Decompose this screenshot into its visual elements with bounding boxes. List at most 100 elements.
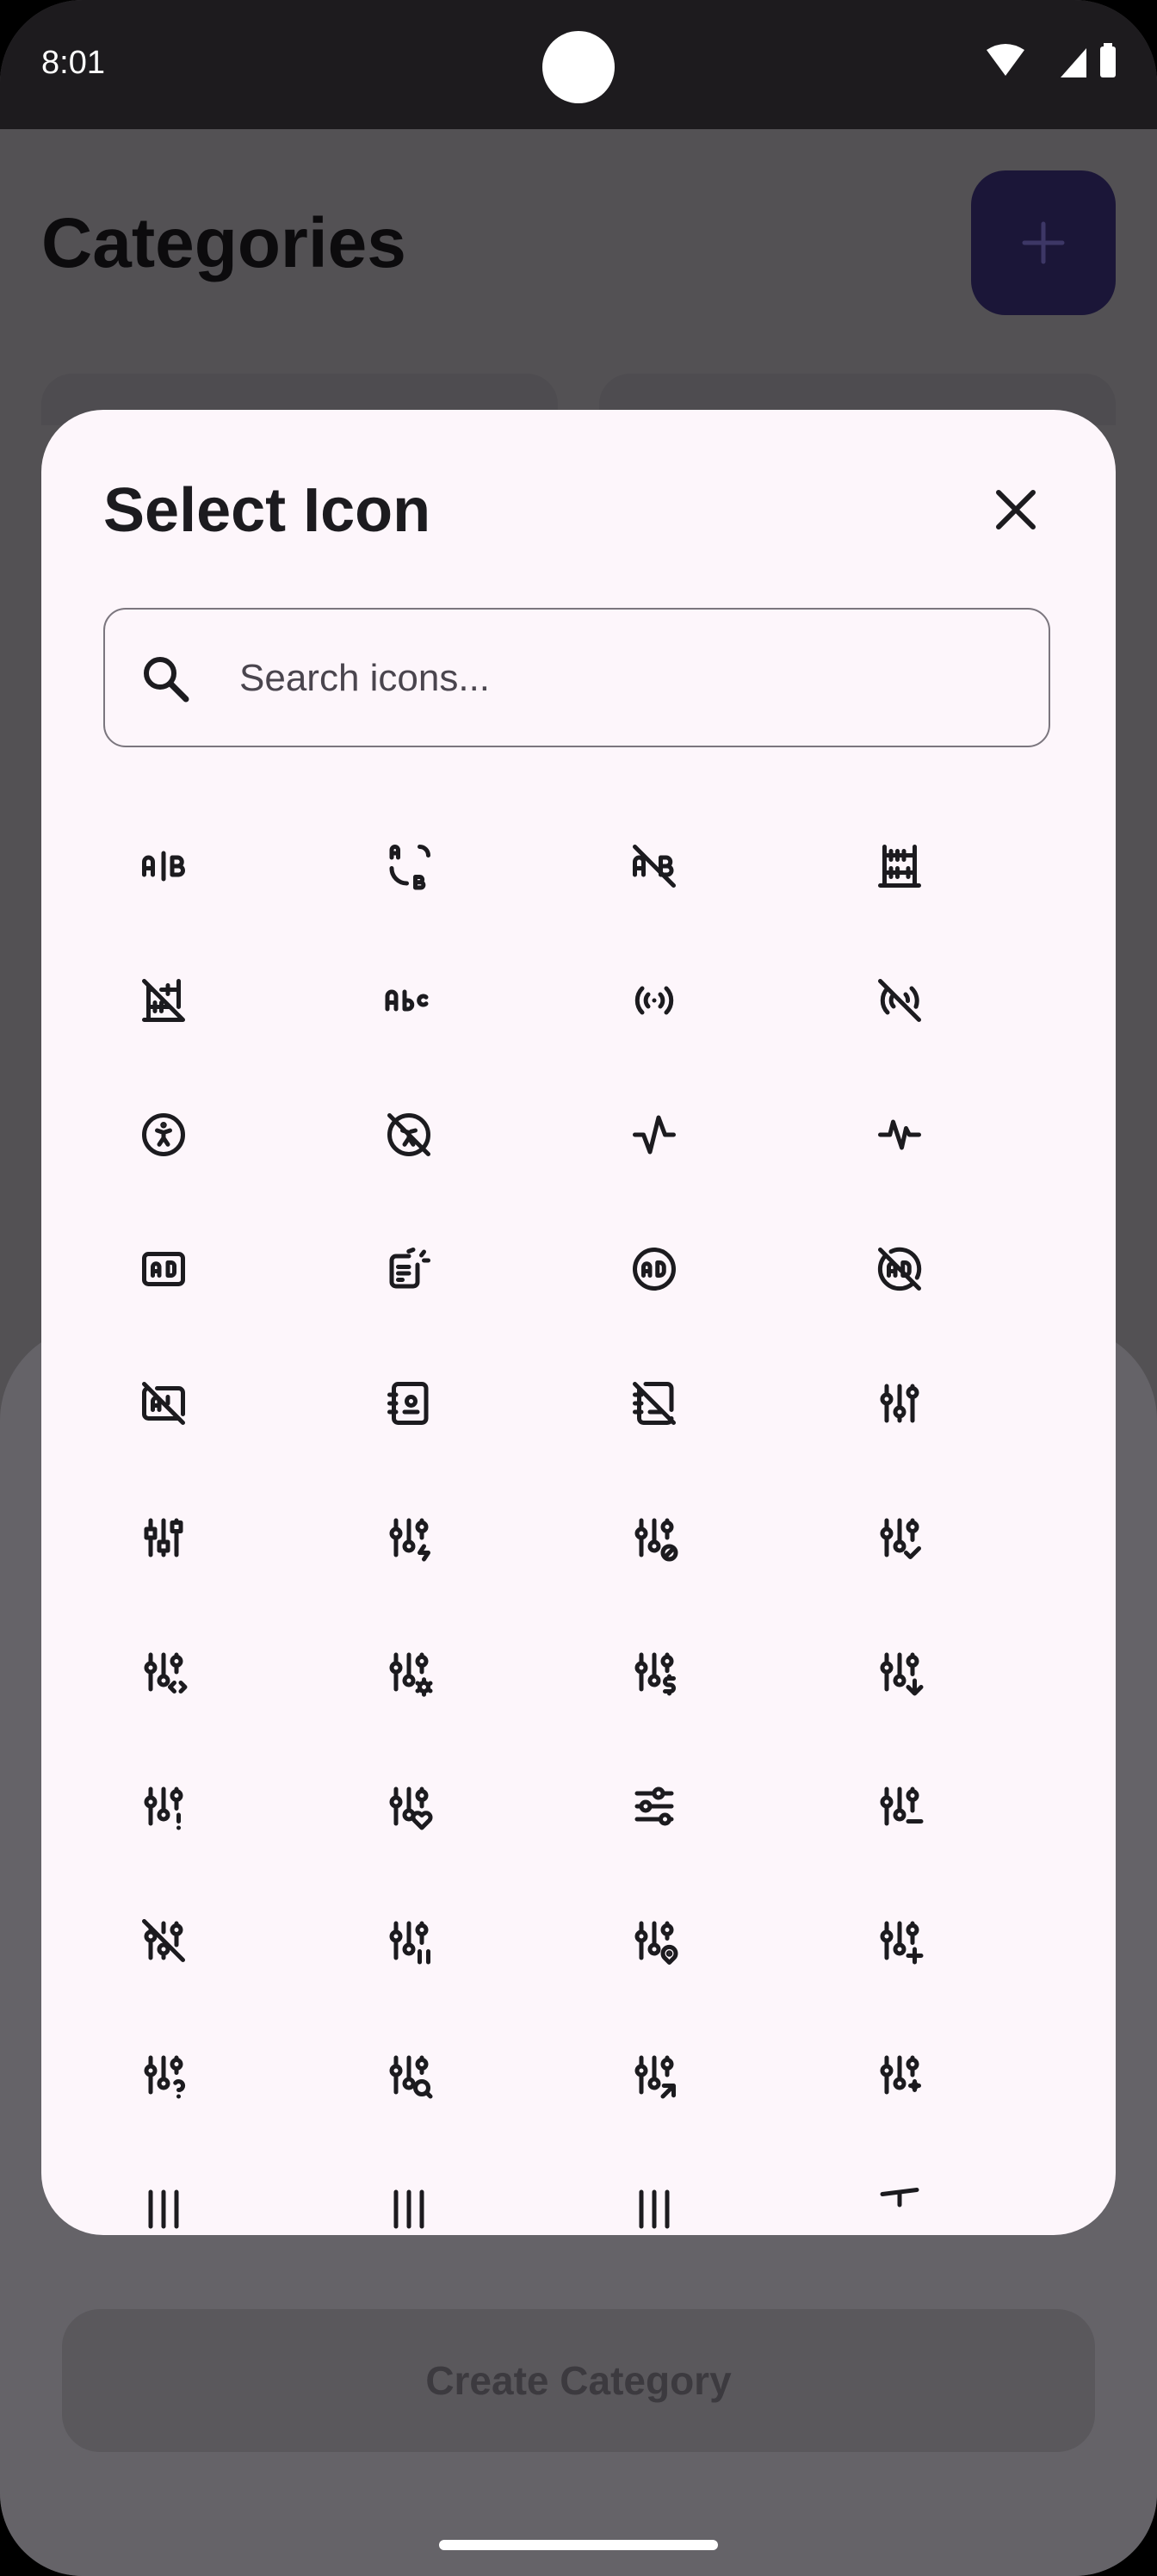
- icon-option[interactable]: [594, 2149, 715, 2235]
- wifi-icon: [987, 44, 1024, 76]
- icon-option[interactable]: [349, 1343, 469, 1464]
- adjustments-code-icon: [144, 1652, 188, 1694]
- icon-option[interactable]: [839, 806, 960, 926]
- ad-off-icon: [142, 1382, 185, 1425]
- adjustments-up-icon: [393, 2189, 424, 2229]
- icon-option[interactable]: [594, 1880, 715, 2001]
- adjustments-question-icon: [144, 2055, 186, 2099]
- icon-option[interactable]: [103, 2149, 224, 2235]
- adjustments-star-icon: [148, 2189, 179, 2229]
- camera-cutout: [542, 31, 615, 103]
- icon-option[interactable]: [839, 1612, 960, 1732]
- ad-circle-off-icon: [877, 1247, 922, 1291]
- adjustments-share-icon: [634, 2055, 676, 2099]
- status-icons: [987, 43, 1116, 77]
- icon-option[interactable]: [594, 1209, 715, 1329]
- ad-circle-icon: [633, 1248, 676, 1291]
- adjustments-cog-icon: [389, 1652, 433, 1697]
- icon-option[interactable]: [594, 1746, 715, 1867]
- icon-option[interactable]: [594, 1612, 715, 1732]
- icon-option[interactable]: [839, 2015, 960, 2135]
- adjustments-search-icon: [389, 2055, 433, 2099]
- adjustments-horizontal-icon: [634, 1786, 674, 1826]
- ab-testing-icon: [142, 851, 185, 882]
- ad-icon: [142, 1252, 185, 1286]
- search-field[interactable]: [103, 608, 1050, 747]
- adjustments-pin-icon: [634, 1921, 678, 1965]
- icon-option[interactable]: [839, 940, 960, 1061]
- add-category-button[interactable]: [971, 170, 1116, 315]
- icon-option[interactable]: [839, 1074, 960, 1195]
- icon-option[interactable]: [103, 1209, 224, 1329]
- create-category-button[interactable]: Create Category: [62, 2309, 1095, 2452]
- icon-option[interactable]: [594, 940, 715, 1061]
- icon-option[interactable]: [349, 2015, 469, 2135]
- search-icon: [144, 657, 189, 703]
- ab-swap-icon: [389, 845, 430, 890]
- ad-2-icon: [389, 1248, 430, 1289]
- device-screen: 8:01 Categories Create Category Select I…: [0, 0, 1157, 2576]
- adjustments-dollar-icon: [634, 1652, 676, 1696]
- icon-option[interactable]: [594, 2015, 715, 2135]
- icon-option[interactable]: [103, 1746, 224, 1867]
- plus-icon: [1022, 221, 1065, 264]
- icon-option[interactable]: [349, 2149, 469, 2235]
- activity-heartbeat-icon: [878, 1119, 921, 1150]
- page-title: Categories: [41, 204, 406, 282]
- adjustments-off-icon: [142, 1919, 185, 1962]
- icon-option[interactable]: [103, 1477, 224, 1598]
- address-book-icon: [387, 1382, 429, 1425]
- icon-option[interactable]: [103, 1343, 224, 1464]
- icon-option[interactable]: [594, 1074, 715, 1195]
- status-time: 8:01: [41, 45, 105, 81]
- icon-option[interactable]: [349, 1746, 469, 1867]
- search-input[interactable]: [239, 644, 1014, 713]
- icon-option[interactable]: [349, 1209, 469, 1329]
- icon-option[interactable]: [349, 940, 469, 1061]
- access-point-off-icon: [878, 979, 921, 1022]
- icon-option[interactable]: [103, 1074, 224, 1195]
- adjustments-cancel-icon: [634, 1518, 678, 1562]
- home-indicator[interactable]: [439, 2540, 718, 2550]
- icon-option[interactable]: [839, 1209, 960, 1329]
- status-bar: 8:01: [0, 0, 1157, 129]
- adjustments-down-icon: [880, 1652, 924, 1696]
- dialog-title: Select Icon: [103, 476, 431, 545]
- adjustments-spark-icon: [880, 2055, 921, 2095]
- adjustments-x-icon: [639, 2189, 670, 2229]
- ab-off-icon: [633, 845, 676, 888]
- icon-option[interactable]: [594, 1343, 715, 1464]
- icon-option[interactable]: [349, 1612, 469, 1732]
- adjustments-pause-icon: [389, 1921, 430, 1965]
- close-icon[interactable]: [981, 475, 1050, 544]
- icon-grid: [103, 806, 1085, 2229]
- icon-option[interactable]: [103, 2015, 224, 2135]
- icon-option[interactable]: [839, 2149, 960, 2235]
- adjustments-exclamation-icon: [144, 1786, 183, 1830]
- icon-option[interactable]: [349, 1477, 469, 1598]
- icon-option[interactable]: [103, 806, 224, 926]
- icon-option[interactable]: [594, 1477, 715, 1598]
- icon-option[interactable]: [839, 1880, 960, 2001]
- icon-option[interactable]: [839, 1477, 960, 1598]
- icon-option[interactable]: [594, 806, 715, 926]
- select-icon-dialog: Select Icon: [41, 410, 1116, 2235]
- access-point-icon: [634, 986, 674, 1015]
- icon-option[interactable]: [349, 1074, 469, 1195]
- icon-option[interactable]: [839, 1746, 960, 1867]
- abacus-icon: [878, 845, 921, 888]
- icon-option[interactable]: [103, 1880, 224, 2001]
- icon-option[interactable]: [103, 940, 224, 1061]
- adjustments-icon: [880, 1384, 919, 1423]
- icon-option[interactable]: [349, 1880, 469, 2001]
- adjustments-heart-icon: [389, 1786, 433, 1830]
- battery-icon: [1100, 46, 1116, 77]
- icon-option[interactable]: [103, 1612, 224, 1732]
- address-book-off-icon: [633, 1382, 676, 1425]
- accessible-off-icon: [387, 1113, 430, 1156]
- abacus-off-icon: [142, 979, 185, 1022]
- adjustments-minus-icon: [880, 1786, 924, 1826]
- adjustments-check-icon: [880, 1518, 921, 1559]
- icon-option[interactable]: [349, 806, 469, 926]
- icon-option[interactable]: [839, 1343, 960, 1464]
